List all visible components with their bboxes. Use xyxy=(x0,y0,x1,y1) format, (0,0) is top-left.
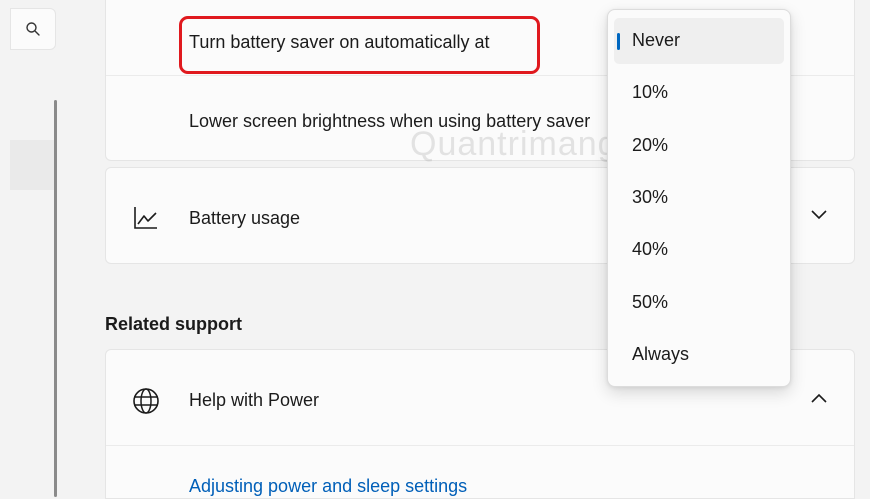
watermark: Quantrimang xyxy=(410,125,618,163)
divider xyxy=(106,445,854,446)
globe-icon xyxy=(133,388,159,414)
chevron-up-icon[interactable] xyxy=(810,392,828,404)
dropdown-option-10[interactable]: 10% xyxy=(614,70,784,116)
power-sleep-settings-link[interactable]: Adjusting power and sleep settings xyxy=(189,476,467,497)
dropdown-option-label: Always xyxy=(632,344,690,364)
chevron-down-icon[interactable] xyxy=(810,209,828,221)
battery-usage-label: Battery usage xyxy=(189,208,301,228)
nav-selected-item[interactable] xyxy=(10,140,54,190)
selected-indicator xyxy=(617,33,620,50)
dropdown-option-label: 10% xyxy=(632,82,669,102)
highlight-annotation xyxy=(179,16,540,74)
dropdown-option-label: 20% xyxy=(632,135,669,155)
dropdown-option-label: 50% xyxy=(632,292,669,312)
dropdown-option-never[interactable]: Never xyxy=(614,18,784,64)
dropdown-option-label: 40% xyxy=(632,239,669,259)
line-chart-icon xyxy=(134,207,157,229)
help-with-power-label: Help with Power xyxy=(189,390,320,410)
dropdown-option-50[interactable]: 50% xyxy=(614,280,784,326)
search-icon xyxy=(26,22,40,36)
dropdown-option-label: Never xyxy=(632,30,681,50)
related-support-heading: Related support xyxy=(105,314,243,334)
dropdown-option-20[interactable]: 20% xyxy=(614,123,784,169)
battery-saver-threshold-dropdown[interactable]: Never 10% 20% 30% 40% 50% Always xyxy=(607,9,791,387)
dropdown-option-40[interactable]: 40% xyxy=(614,227,784,273)
nav-scrollbar[interactable] xyxy=(54,100,57,497)
dropdown-option-label: 30% xyxy=(632,187,669,207)
dropdown-option-30[interactable]: 30% xyxy=(614,175,784,221)
search-button[interactable] xyxy=(10,8,56,50)
dropdown-option-always[interactable]: Always xyxy=(614,332,784,378)
